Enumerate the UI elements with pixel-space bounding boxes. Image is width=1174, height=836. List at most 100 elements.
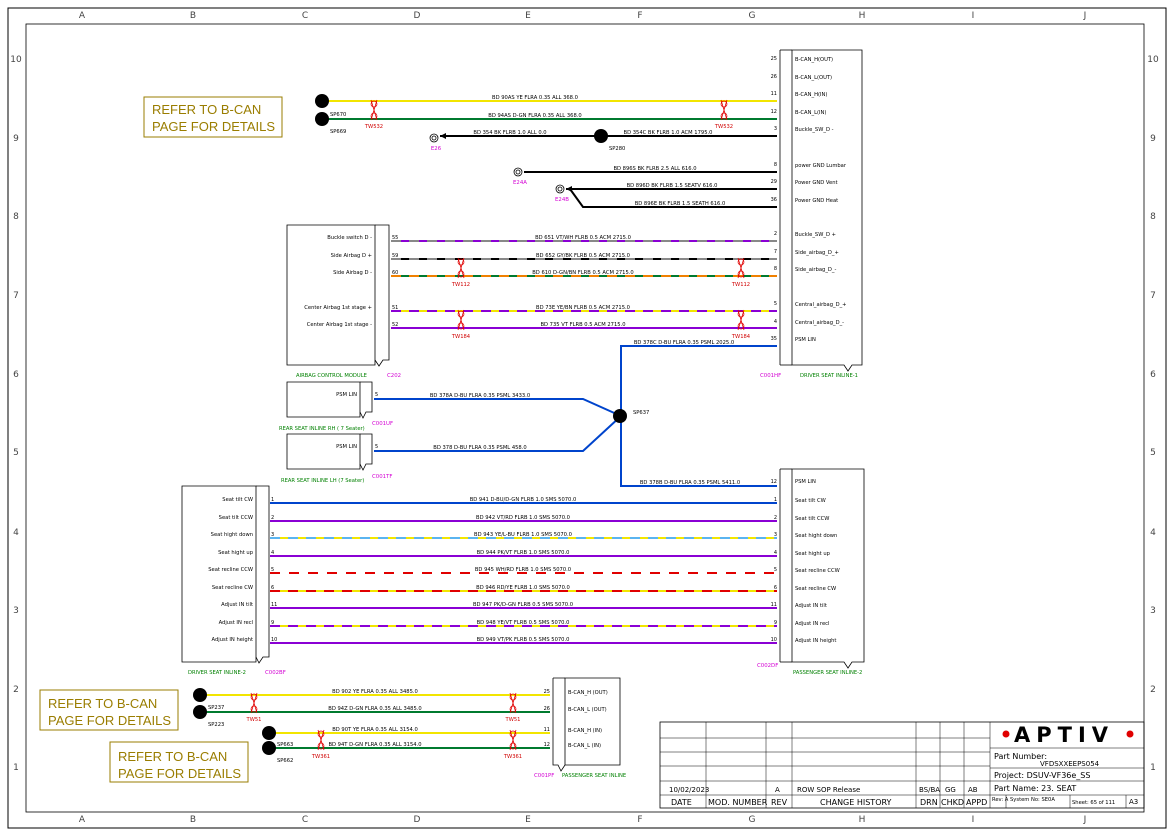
wire-label: BD 94AS D-GN FLRA 0.35 ALL 368.0 bbox=[488, 113, 581, 119]
rear-rh-box bbox=[286, 381, 373, 419]
splice-dot bbox=[262, 726, 276, 740]
wire-label: BD 354 BK FLRB 1.0 ALL 0.0 bbox=[473, 130, 546, 136]
grid-column-label: I bbox=[972, 11, 975, 21]
pin-number: 6 bbox=[774, 585, 777, 591]
grid-column-label: B bbox=[190, 815, 196, 825]
wire bbox=[620, 345, 777, 416]
pin-label: Adjust IN tilt bbox=[221, 602, 253, 608]
wire-label: BD 378 D-BU FLRA 0.35 PSML 458.0 bbox=[433, 445, 526, 451]
wire-label: BD 90T YE FLRA 0.35 ALL 3154.0 bbox=[332, 727, 418, 733]
pin-number: 4 bbox=[271, 550, 274, 556]
pin-number: 7 bbox=[774, 249, 777, 255]
tb-size: A3 bbox=[1129, 798, 1138, 806]
pin-label: B-CAN_H (IN) bbox=[568, 728, 602, 734]
grid-column-label: A bbox=[79, 815, 86, 825]
pin-number: 2 bbox=[774, 515, 777, 521]
pin-number: 5 bbox=[774, 301, 777, 307]
connector-id-c001hf: C001HF bbox=[760, 373, 781, 379]
connector-name-passenger-inline: PASSENGER SEAT INLINE bbox=[562, 773, 626, 779]
pin-label: B-CAN_H(OUT) bbox=[795, 57, 833, 63]
connector-id-c002bf: C002BF bbox=[265, 670, 286, 676]
pin-number: 5 bbox=[271, 567, 274, 573]
pin-label: Seat recline CW bbox=[795, 586, 836, 592]
splice-label: SP637 bbox=[633, 410, 649, 416]
splice-dot bbox=[315, 94, 329, 108]
pin-number: 59 bbox=[392, 253, 398, 259]
wire-label: BD 946 RD/YE FLRB 1.0 SMS 5070.0 bbox=[476, 585, 570, 591]
splice-dot bbox=[262, 741, 276, 755]
ground-symbol bbox=[513, 167, 523, 177]
pin-number: 10 bbox=[771, 637, 777, 643]
pin-number: 29 bbox=[771, 179, 777, 185]
pin-label: B-CAN_L (OUT) bbox=[568, 707, 607, 713]
tb-header-change: CHANGE HISTORY bbox=[820, 798, 892, 807]
grid-row-label: 6 bbox=[1150, 370, 1156, 380]
wire-label: BD 610 D-GN/BN FLRB 0.5 ACM 2715.0 bbox=[532, 270, 634, 276]
twist-label: TW51 bbox=[246, 717, 262, 723]
pin-number: 52 bbox=[392, 322, 398, 328]
wire-label: BD 945 WH/RD FLRB 1.0 SMS 5070.0 bbox=[475, 567, 571, 573]
pin-number: 1 bbox=[774, 497, 777, 503]
pin-label: Buckle switch D - bbox=[327, 235, 372, 241]
part-number: VFDSXXEEPS054 bbox=[1040, 760, 1100, 768]
project: Project: DSUV-VF36e_SS bbox=[994, 771, 1090, 780]
pin-number: 35 bbox=[771, 336, 777, 342]
tb-header-date: DATE bbox=[671, 798, 692, 807]
pin-number: 5 bbox=[375, 392, 378, 398]
wire-label: BD 94T D-GN FLRA 0.35 ALL 3154.0 bbox=[328, 742, 421, 748]
grid-row-label: 4 bbox=[1150, 528, 1156, 538]
grid-column-label: I bbox=[972, 815, 975, 825]
pin-label: B-CAN_L(IN) bbox=[795, 110, 826, 116]
refer-note-3: REFER TO B-CAN PAGE FOR DETAILS bbox=[109, 741, 249, 783]
pin-number: 12 bbox=[544, 742, 550, 748]
pin-label: PSM LIN bbox=[795, 337, 816, 343]
splice-label: SP663 bbox=[277, 742, 293, 748]
twist-label: TW361 bbox=[311, 754, 330, 760]
pin-number: 25 bbox=[771, 56, 777, 62]
pin-label: Seat hight up bbox=[795, 551, 831, 557]
wire-label: BD 94Z D-GN FLRA 0.35 ALL 3485.0 bbox=[328, 706, 421, 712]
pin-label: Side Airbag D + bbox=[331, 253, 372, 259]
pin-label: PSM LIN bbox=[795, 479, 816, 485]
pin-number: 12 bbox=[771, 479, 777, 485]
grid-row-label: 8 bbox=[1150, 212, 1156, 222]
wire-label: BD 90AS YE FLRA 0.35 ALL 368.0 bbox=[492, 95, 578, 101]
grid-row-label: 7 bbox=[13, 291, 19, 301]
pin-number: 4 bbox=[774, 319, 777, 325]
pin-number: 55 bbox=[392, 235, 398, 241]
twist-label: TW532 bbox=[364, 124, 383, 130]
pin-number: 9 bbox=[271, 620, 274, 626]
connector-name-rear-lh: REAR SEAT INLINE LH (7 Seater) bbox=[281, 478, 364, 484]
connector-id-c002df: C002DF bbox=[757, 663, 778, 669]
wire-label: BD 378C D-BU FLRA 0.35 PSML 2025.0 bbox=[634, 340, 734, 346]
pin-number: 11 bbox=[544, 727, 550, 733]
ground-label: E24A bbox=[513, 180, 527, 186]
twist-symbol bbox=[370, 99, 378, 121]
pin-number: 10 bbox=[271, 637, 277, 643]
pin-label: Central_airbag_D_+ bbox=[795, 302, 847, 308]
grid-row-label: 10 bbox=[1147, 55, 1159, 65]
ground-symbol bbox=[431, 135, 437, 141]
pin-number: 3 bbox=[271, 532, 274, 538]
grid-row-label: 4 bbox=[13, 528, 19, 538]
splice-label: SP280 bbox=[609, 146, 625, 152]
twist-label: TW51 bbox=[505, 717, 521, 723]
connector-name-driver-inline2: DRIVER SEAT INLINE-2 bbox=[188, 670, 246, 676]
grid-column-label: B bbox=[190, 11, 196, 21]
pin-number: 4 bbox=[774, 550, 777, 556]
twist-label: TW112 bbox=[731, 282, 750, 288]
ground-symbol bbox=[515, 169, 521, 175]
connector-id-c001uf: C001UF bbox=[372, 421, 393, 427]
grid-row-label: 8 bbox=[13, 212, 19, 222]
grid-column-label: E bbox=[525, 11, 531, 21]
pin-label: Adjust IN recl bbox=[219, 620, 253, 626]
grid-column-label: H bbox=[859, 815, 866, 825]
grid-row-label: 2 bbox=[1150, 685, 1156, 695]
grid-row-label: 6 bbox=[13, 370, 19, 380]
pin-number: 26 bbox=[771, 74, 777, 80]
pin-label: Seat recline CCW bbox=[795, 568, 840, 574]
pin-label: Seat recline CCW bbox=[208, 567, 253, 573]
grid-row-label: 9 bbox=[1150, 134, 1156, 144]
wire-label: BD 948 YE/VT FLRB 0.5 SMS 5070.0 bbox=[477, 620, 570, 626]
wire-label: BD 896E BK FLRB 1.5 SEATH 616.0 bbox=[635, 201, 726, 207]
